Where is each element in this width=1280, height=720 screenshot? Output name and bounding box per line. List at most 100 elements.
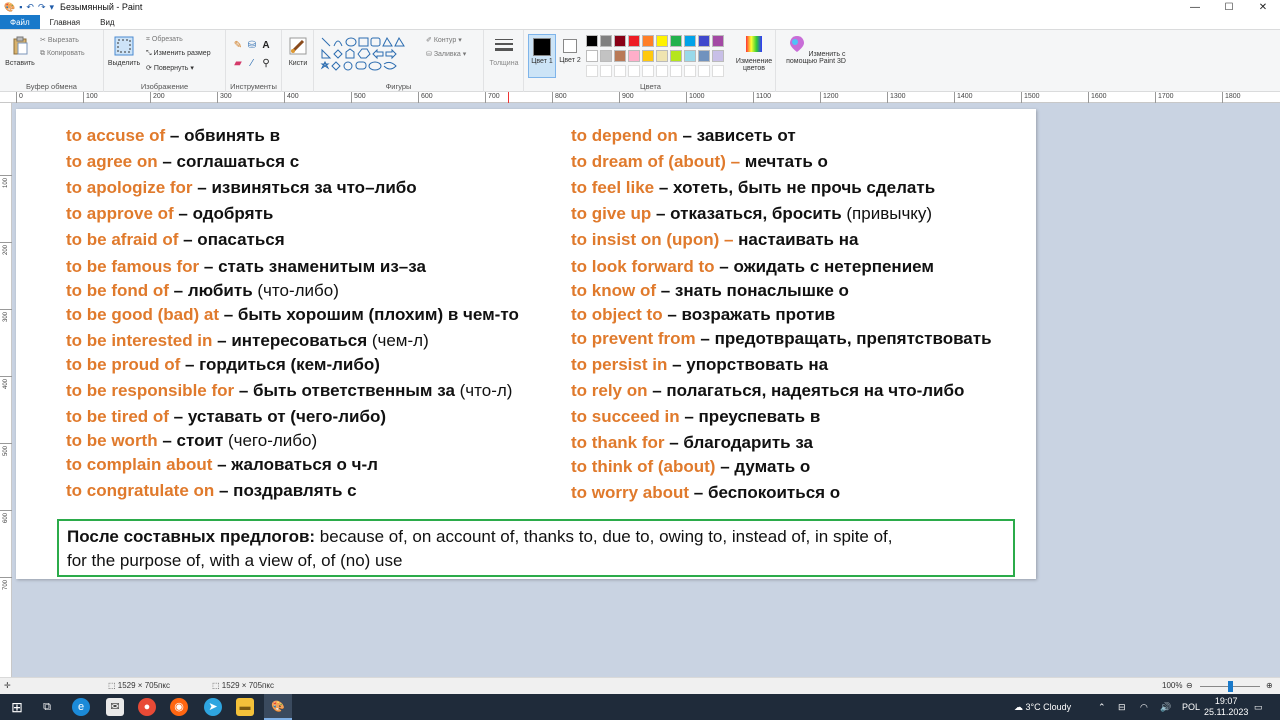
ruler-tick: 1700 xyxy=(1155,92,1174,103)
group-size[interactable]: Толщина xyxy=(484,30,524,92)
custom-color-swatch[interactable] xyxy=(600,65,612,77)
canvas[interactable]: to accuse of – обвинять в to agree on – с… xyxy=(16,109,1036,579)
fill-bucket-icon[interactable]: ⛁ xyxy=(246,40,258,52)
tab-home[interactable]: Главная xyxy=(40,15,90,29)
fill-button[interactable]: ⛁ Заливка ▾ xyxy=(426,50,466,58)
custom-color-swatch[interactable] xyxy=(670,65,682,77)
ruler-tick: 800 xyxy=(552,92,567,103)
custom-color-swatch[interactable] xyxy=(684,65,696,77)
phrase-row: to complain about – жаловаться о ч-л xyxy=(66,454,378,476)
translation-note: (привычку) xyxy=(841,204,933,223)
wifi-icon[interactable]: ◠ xyxy=(1140,694,1148,720)
pencil-icon[interactable]: ✎ xyxy=(232,40,244,52)
palette-swatch[interactable] xyxy=(698,35,710,47)
palette-swatch[interactable] xyxy=(670,50,682,62)
start-windows-icon[interactable]: ⊞ xyxy=(8,698,26,716)
volume-icon[interactable]: 🔊 xyxy=(1160,694,1171,720)
palette-swatch[interactable] xyxy=(614,50,626,62)
resize-button[interactable]: ⤡ Изменить размер xyxy=(146,50,211,58)
customize-qat-icon[interactable]: ▾ xyxy=(50,1,55,14)
custom-color-swatch[interactable] xyxy=(642,65,654,77)
network-icon[interactable]: ⊟ xyxy=(1118,694,1126,720)
custom-color-swatch[interactable] xyxy=(656,65,668,77)
tray-chevron-icon[interactable]: ⌃ xyxy=(1098,694,1106,720)
paint-window: 🎨 ▪ ↶ ↷ ▾ Безымянный - Paint — ☐ ✕ Файл … xyxy=(0,0,1280,720)
palette-swatch[interactable] xyxy=(656,50,668,62)
group-colors: Цвет 1 Цвет 2 Изменение цветов Цвета xyxy=(526,30,776,92)
custom-color-swatch[interactable] xyxy=(712,65,724,77)
palette-swatch[interactable] xyxy=(628,35,640,47)
paste-button[interactable]: Вставить xyxy=(4,36,36,67)
custom-color-swatch[interactable] xyxy=(698,65,710,77)
palette-swatch[interactable] xyxy=(684,35,696,47)
palette-swatch[interactable] xyxy=(600,50,612,62)
zoom-out-button[interactable]: ⊖ xyxy=(1186,681,1193,690)
paint-taskbar-icon[interactable]: 🎨 xyxy=(269,698,287,716)
color-picker-icon[interactable]: ⁄ xyxy=(246,58,258,70)
chrome-icon[interactable]: ● xyxy=(138,698,156,716)
file-explorer-icon[interactable]: ▬ xyxy=(236,698,254,716)
palette-swatch[interactable] xyxy=(600,35,612,47)
redo-icon[interactable]: ↷ xyxy=(38,1,46,14)
language-indicator[interactable]: POL xyxy=(1182,694,1200,720)
size-button[interactable]: Толщина xyxy=(486,36,522,67)
save-icon[interactable]: ▪ xyxy=(19,1,22,14)
phrase-row: to approve of – одобрять xyxy=(66,203,273,225)
palette-swatch[interactable] xyxy=(656,35,668,47)
firefox-icon[interactable]: ◉ xyxy=(170,698,188,716)
notifications-icon[interactable]: ▭ xyxy=(1254,694,1263,720)
quick-access-toolbar: 🎨 ▪ ↶ ↷ ▾ xyxy=(0,0,54,15)
shapes-gallery-icon[interactable] xyxy=(320,36,420,76)
palette-swatch[interactable] xyxy=(712,35,724,47)
zoom-in-button[interactable]: ⊕ xyxy=(1266,681,1273,690)
color2-button[interactable]: Цвет 2 xyxy=(558,34,582,78)
custom-color-swatch[interactable] xyxy=(628,65,640,77)
palette-swatch[interactable] xyxy=(698,50,710,62)
magnifier-icon[interactable]: ⚲ xyxy=(260,58,272,70)
edge-icon[interactable]: e xyxy=(72,698,90,716)
palette-swatch[interactable] xyxy=(628,50,640,62)
text-tool-icon[interactable]: A xyxy=(260,40,272,52)
paint3d-button[interactable]: Изменить с помощью Paint 3D xyxy=(780,34,852,65)
cut-button[interactable]: ✂ Вырезать xyxy=(40,36,79,44)
brushes-button[interactable]: Кисти xyxy=(284,36,312,67)
select-button[interactable]: Выделить xyxy=(106,36,142,67)
tab-file[interactable]: Файл xyxy=(0,15,40,29)
palette-swatch[interactable] xyxy=(684,50,696,62)
custom-color-swatch[interactable] xyxy=(614,65,626,77)
rotate-button[interactable]: ⟳ Повернуть ▾ xyxy=(146,64,194,72)
clock[interactable]: 19:07 25.11.2023 xyxy=(1204,694,1248,720)
english-phrase: to look forward to xyxy=(571,257,715,276)
palette-swatch[interactable] xyxy=(712,50,724,62)
copy-button[interactable]: ⧉ Копировать xyxy=(40,50,85,58)
english-phrase: to agree on xyxy=(66,152,158,171)
eraser-icon[interactable]: ▰ xyxy=(232,58,244,70)
palette-swatch[interactable] xyxy=(586,50,598,62)
group-paint3d[interactable]: Изменить с помощью Paint 3D xyxy=(778,30,854,92)
russian-translation: – стоит xyxy=(157,431,224,450)
group-image: Выделить ⌗ Обрезать ⤡ Изменить размер ⟳ … xyxy=(104,30,226,92)
ruler-tick: 1800 xyxy=(1222,92,1241,103)
palette-swatch[interactable] xyxy=(586,35,598,47)
weather-widget[interactable]: ☁ 3°C Cloudy xyxy=(1014,694,1071,720)
palette-swatch[interactable] xyxy=(642,35,654,47)
tab-view[interactable]: Вид xyxy=(90,15,124,29)
group-brushes[interactable]: Кисти xyxy=(282,30,314,92)
minimize-button[interactable]: — xyxy=(1178,0,1212,15)
maximize-button[interactable]: ☐ xyxy=(1212,0,1246,15)
zoom-slider-thumb[interactable] xyxy=(1228,681,1233,692)
color1-button[interactable]: Цвет 1 xyxy=(528,34,556,78)
undo-icon[interactable]: ↶ xyxy=(26,1,34,14)
custom-color-swatch[interactable] xyxy=(586,65,598,77)
palette-swatch[interactable] xyxy=(642,50,654,62)
edit-colors-button[interactable]: Изменение цветов xyxy=(732,34,776,72)
mail-icon[interactable]: ✉ xyxy=(106,698,124,716)
close-button[interactable]: ✕ xyxy=(1246,0,1280,15)
task-view-icon[interactable]: ⧉ xyxy=(38,698,56,716)
telegram-icon[interactable]: ➤ xyxy=(204,698,222,716)
group-clipboard: Вставить ✂ Вырезать ⧉ Копировать Буфер о… xyxy=(0,30,104,92)
crop-button[interactable]: ⌗ Обрезать xyxy=(146,36,183,44)
outline-button[interactable]: ✐ Контур ▾ xyxy=(426,36,462,44)
palette-swatch[interactable] xyxy=(614,35,626,47)
palette-swatch[interactable] xyxy=(670,35,682,47)
